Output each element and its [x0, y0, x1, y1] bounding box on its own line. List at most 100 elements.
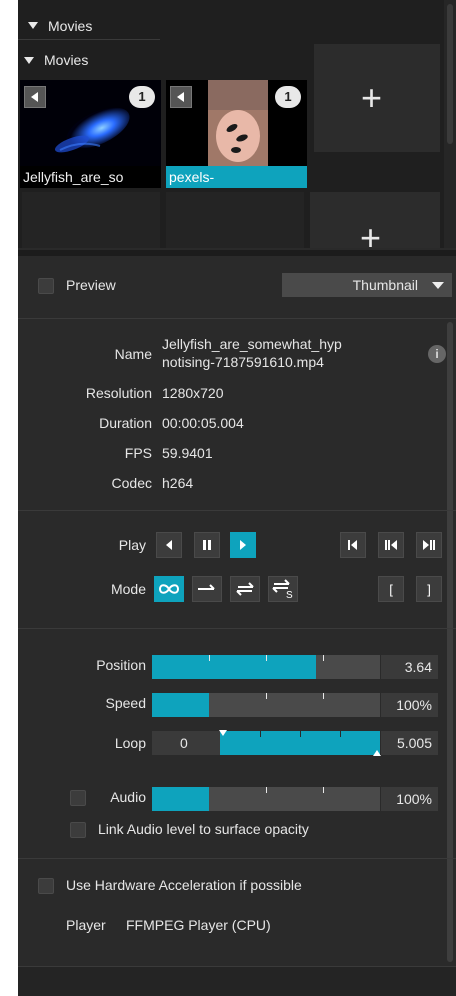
speed-value[interactable]: 100%: [380, 693, 438, 717]
audio-slider-fill: [152, 787, 209, 811]
mode-loop-button[interactable]: [154, 576, 184, 602]
slider-tick: [323, 693, 324, 699]
position-label: Position: [96, 657, 146, 673]
divider: [18, 628, 456, 629]
pause-icon: [203, 540, 211, 550]
audio-value[interactable]: 100%: [380, 787, 438, 811]
thumbnail-back-icon[interactable]: [24, 86, 46, 108]
add-movie-cell[interactable]: +: [314, 44, 440, 152]
resolution-value: 1280x720: [162, 385, 224, 401]
movie-thumbnail-pexels[interactable]: 1 pexels-: [166, 80, 307, 188]
bracket-open-icon: [: [389, 581, 393, 597]
preview-checkbox[interactable]: [38, 278, 54, 294]
position-slider-fill: [152, 655, 317, 679]
position-value[interactable]: 3.64: [380, 655, 438, 679]
play-forward-icon: [240, 540, 246, 550]
plus-icon: +: [361, 77, 383, 118]
mode-bounce-stop-button[interactable]: S: [268, 576, 298, 602]
loop-in-button[interactable]: [: [378, 576, 404, 602]
thumbnail-label: Jellyfish_are_so: [20, 166, 161, 188]
play-backward-icon: [166, 540, 172, 550]
tree-folder-movies[interactable]: Movies: [18, 46, 88, 74]
info-icon[interactable]: i: [428, 345, 446, 363]
bounce-arrows-icon: [236, 582, 254, 596]
slider-tick: [340, 731, 341, 737]
movie-thumbnail-jellyfish[interactable]: 1 Jellyfish_are_so: [20, 80, 161, 188]
preview-label: Preview: [66, 277, 116, 293]
empty-cell: [22, 192, 160, 248]
slider-tick: [300, 731, 301, 737]
duration-label: Duration: [99, 415, 152, 431]
loop-start-handle-icon[interactable]: [218, 729, 228, 737]
divider: [18, 318, 456, 319]
thumbnail-back-icon[interactable]: [170, 86, 192, 108]
player-label: Player: [66, 917, 106, 933]
pause-button[interactable]: [194, 532, 220, 558]
loop-end-value[interactable]: 5.005: [380, 731, 438, 755]
play-forward-button[interactable]: [230, 532, 256, 558]
media-panel: Movies Movies 1 Jellyfish_are_so 1 pexel…: [18, 0, 456, 996]
name-value-line1: Jellyfish_are_somewhat_hyp: [162, 336, 342, 352]
tree-folder-label: Movies: [44, 52, 89, 68]
thumbnail-count-badge: 1: [275, 86, 301, 108]
hardware-acceleration-checkbox[interactable]: [38, 878, 54, 894]
skip-start-icon: [348, 540, 357, 550]
go-to-start-button[interactable]: [340, 532, 366, 558]
slider-tick: [266, 787, 267, 793]
thumbnail-label-selected: pexels-: [166, 166, 307, 188]
thumbnail-count-badge: 1: [129, 86, 155, 108]
resolution-label: Resolution: [85, 385, 152, 401]
preview-mode-dropdown[interactable]: Thumbnail: [282, 273, 452, 297]
divider: [18, 858, 456, 859]
mode-once-button[interactable]: [192, 576, 222, 602]
slider-tick: [266, 655, 267, 661]
codec-value: h264: [162, 475, 194, 491]
step-forward-icon: [423, 540, 435, 550]
media-browser: Movies Movies 1 Jellyfish_are_so 1 pexel…: [18, 0, 456, 256]
fps-value: 59.9401: [162, 445, 213, 461]
divider: [18, 510, 456, 511]
tree-root-movies[interactable]: Movies: [18, 12, 160, 40]
slider-tick: [266, 693, 267, 699]
bottom-bar: [18, 966, 456, 996]
speed-label: Speed: [105, 695, 146, 711]
expand-triangle-icon[interactable]: [28, 22, 38, 29]
fps-label: FPS: [124, 445, 152, 461]
speed-slider[interactable]: [152, 693, 380, 717]
bounce-stop-icon: S: [272, 579, 293, 599]
panel-scrollbar-thumb[interactable]: [447, 322, 453, 962]
play-backward-button[interactable]: [156, 532, 182, 558]
audio-slider[interactable]: [152, 787, 380, 811]
loop-label: Loop: [114, 735, 146, 751]
codec-label: Codec: [111, 475, 152, 491]
empty-cell: [166, 192, 304, 248]
speed-slider-fill: [152, 693, 209, 717]
add-movie-cell[interactable]: +: [310, 192, 440, 256]
slider-tick: [323, 787, 324, 793]
mode-bounce-button[interactable]: [230, 576, 260, 602]
name-value-line2: notising-7187591610.mp4: [162, 354, 324, 370]
slider-tick: [260, 731, 261, 737]
mode-label: Mode: [110, 581, 146, 597]
expand-triangle-icon[interactable]: [24, 56, 34, 64]
chevron-down-icon: [432, 281, 444, 289]
step-backward-button[interactable]: [378, 532, 404, 558]
audio-checkbox[interactable]: [70, 790, 86, 806]
loop-out-button[interactable]: ]: [416, 576, 442, 602]
browser-scrollbar-thumb[interactable]: [447, 4, 453, 144]
position-slider[interactable]: [152, 655, 380, 679]
hardware-acceleration-label: Use Hardware Acceleration if possible: [66, 877, 302, 893]
player-value: FFMPEG Player (CPU): [126, 917, 271, 933]
splitter[interactable]: [18, 250, 456, 256]
link-audio-checkbox[interactable]: [70, 822, 86, 838]
audio-label: Audio: [110, 789, 146, 805]
step-back-icon: [385, 540, 397, 550]
play-label: Play: [118, 537, 146, 553]
bracket-close-icon: ]: [427, 581, 431, 597]
loop-range-slider[interactable]: [218, 729, 381, 756]
link-audio-label: Link Audio level to surface opacity: [98, 821, 309, 837]
tree-root-label: Movies: [48, 17, 93, 34]
divider: [18, 966, 456, 967]
step-forward-button[interactable]: [416, 532, 442, 558]
loop-start-value[interactable]: 0: [152, 731, 220, 755]
